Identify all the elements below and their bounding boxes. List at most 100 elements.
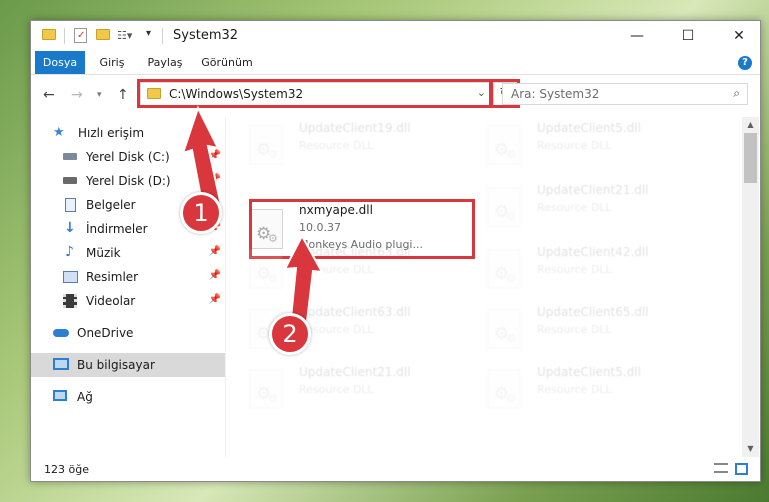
window-title: System32	[173, 28, 239, 43]
list-item[interactable]: ⚙ ⚙ UpdateClient21.dll Resource DLL	[465, 179, 691, 235]
recent-locations-icon[interactable]: ▾	[97, 90, 102, 100]
video-icon	[63, 294, 77, 308]
file-name: UpdateClient63.dll	[299, 245, 411, 259]
sidebar-item-this-pc[interactable]: Bu bilgisayar	[31, 353, 225, 377]
list-item[interactable]: ⚙⚙ UpdateClient63.dll Resource DLL	[227, 241, 453, 297]
list-item[interactable]: ⚙⚙ UpdateClient63.dll Resource DLL	[227, 301, 453, 357]
step-2-marker: 2	[269, 313, 311, 355]
maximize-button[interactable]: ☐	[665, 21, 711, 51]
drive-icon	[63, 153, 77, 160]
list-item[interactable]: ⚙ ⚙ UpdateClient65.dll Resource DLL	[465, 301, 691, 357]
sidebar-item-label: Videolar	[86, 294, 136, 308]
tab-home[interactable]: Giriş	[93, 51, 131, 74]
document-icon	[65, 198, 76, 212]
customize-toolbar-icon[interactable]: ☷▾	[117, 29, 132, 42]
file-icon: ⚙⚙	[487, 125, 521, 165]
navigation-pane: ★ Hızlı erişim Yerel Disk (C:) 📌 Yerel D…	[31, 117, 225, 457]
file-name: UpdateClient5.dll	[537, 121, 641, 135]
navigation-bar: ← → ▾ ↑ C:\Windows\System32 ⌄ ↻ Ara: Sys…	[31, 75, 760, 117]
sidebar-item-label: Belgeler	[86, 198, 136, 212]
sidebar-item-network[interactable]: Ağ	[31, 385, 225, 409]
file-name: UpdateClient42.dll	[537, 245, 649, 259]
computer-icon	[53, 358, 69, 370]
list-item[interactable]: ⚙ ⚙ UpdateClient5.dll Resource DLL	[465, 117, 691, 173]
details-view-icon[interactable]	[714, 463, 728, 473]
sidebar-item-label: Hızlı erişim	[78, 126, 145, 140]
properties-icon[interactable]: ✓	[74, 28, 87, 43]
address-highlight-box	[137, 79, 492, 108]
sidebar-item-disk-d[interactable]: Yerel Disk (D:) 📌	[31, 169, 225, 193]
scroll-thumb[interactable]	[744, 133, 757, 183]
sidebar-item-pictures[interactable]: Resimler 📌	[31, 265, 225, 289]
file-icon: ⚙⚙	[487, 309, 521, 349]
pin-icon[interactable]: 📌	[209, 246, 221, 257]
sidebar-item-label: Ağ	[77, 390, 93, 404]
vertical-scrollbar[interactable]: ▲ ▼	[742, 117, 759, 457]
music-icon: ♪	[65, 244, 74, 260]
tab-view[interactable]: Görünüm	[196, 51, 258, 74]
status-bar: 123 öğe	[31, 457, 760, 481]
sidebar-item-videos[interactable]: Videolar 📌	[31, 289, 225, 313]
file-name: UpdateClient19.dll	[299, 121, 411, 135]
file-icon: ⚙⚙	[487, 249, 521, 289]
cloud-icon	[53, 329, 69, 337]
minimize-button[interactable]: —	[614, 21, 660, 51]
search-icon: ⌕	[733, 86, 740, 100]
search-input[interactable]: Ara: System32 ⌕	[502, 83, 748, 105]
list-item[interactable]: ⚙ ⚙ UpdateClient5.dll Resource DLL	[465, 361, 691, 417]
tab-share[interactable]: Paylaş	[141, 51, 189, 74]
file-name: UpdateClient5.dll	[537, 365, 641, 379]
file-list: ⚙ ⚙ UpdateClient19.dll Resource DLL ⚙ ⚙ nx…	[227, 117, 742, 457]
close-button[interactable]: ✕	[716, 21, 760, 51]
file-icon: ⚙⚙	[249, 249, 283, 289]
new-folder-icon[interactable]	[96, 29, 110, 40]
toolbar-dropdown-icon[interactable]: ▾	[146, 28, 151, 39]
scroll-down-icon[interactable]: ▼	[742, 441, 759, 457]
up-arrow-icon[interactable]: ↑	[117, 87, 129, 103]
large-icons-view-icon[interactable]	[735, 463, 748, 475]
pin-icon[interactable]: 📌	[209, 174, 221, 185]
file-name: UpdateClient65.dll	[537, 305, 649, 319]
file-icon: ⚙⚙	[249, 369, 283, 409]
file-type: Resource DLL	[537, 263, 612, 276]
help-icon[interactable]: ?	[738, 56, 752, 70]
list-item[interactable]: ⚙ ⚙ UpdateClient19.dll Resource DLL	[227, 117, 453, 173]
item-count: 123 öğe	[44, 463, 89, 476]
sidebar-item-label: Resimler	[86, 270, 139, 284]
title-bar: ✓ ☷▾ ▾ System32 — ☐ ✕	[31, 21, 760, 51]
back-arrow-icon[interactable]: ←	[43, 87, 55, 103]
download-icon: ↓	[64, 220, 76, 236]
ribbon-tabs: Dosya Giriş Paylaş Görünüm ?	[31, 51, 760, 75]
toolbar-divider	[162, 28, 163, 44]
file-type: Resource DLL	[299, 383, 374, 396]
pin-icon[interactable]: 📌	[209, 150, 221, 161]
file-name: UpdateClient63.dll	[299, 305, 411, 319]
file-type: Resource DLL	[299, 263, 374, 276]
sidebar-item-onedrive[interactable]: OneDrive	[31, 321, 225, 345]
file-type: Resource DLL	[537, 139, 612, 152]
file-name: UpdateClient21.dll	[299, 365, 411, 379]
network-icon	[53, 390, 67, 401]
tab-file[interactable]: Dosya	[35, 51, 85, 74]
step-1-marker: 1	[180, 192, 222, 234]
file-type: Resource DLL	[537, 323, 612, 336]
pin-icon[interactable]: 📌	[209, 270, 221, 281]
pane-divider[interactable]	[225, 117, 226, 457]
pictures-icon	[63, 271, 78, 283]
toolbar-divider	[64, 28, 65, 44]
scroll-up-icon[interactable]: ▲	[742, 117, 759, 133]
sidebar-item-disk-c[interactable]: Yerel Disk (C:) 📌	[31, 145, 225, 169]
sidebar-item-music[interactable]: ♪ Müzik 📌	[31, 241, 225, 265]
file-icon: ⚙⚙	[249, 125, 283, 165]
list-item[interactable]: ⚙ ⚙ UpdateClient42.dll Resource DLL	[465, 241, 691, 297]
sidebar-item-label: Müzik	[86, 246, 121, 260]
list-item[interactable]: ⚙ ⚙ UpdateClient21.dll Resource DLL	[227, 361, 453, 417]
file-icon: ⚙⚙	[487, 369, 521, 409]
forward-arrow-icon[interactable]: →	[71, 87, 83, 103]
star-icon: ★	[53, 125, 65, 140]
pin-icon[interactable]: 📌	[209, 294, 221, 305]
sidebar-item-quick-access[interactable]: ★ Hızlı erişim	[31, 121, 225, 145]
file-type: Resource DLL	[299, 139, 374, 152]
drive-icon	[63, 177, 77, 184]
folder-icon	[42, 29, 56, 40]
